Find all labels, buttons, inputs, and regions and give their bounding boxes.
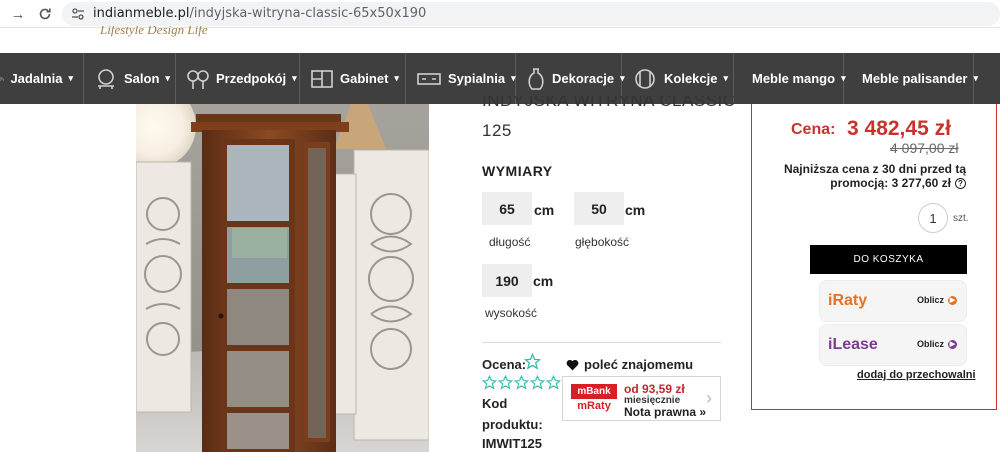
chevron-down-icon: ▾ [723,73,729,83]
url-domain: indianmeble.pl [93,6,190,21]
nav-item-label: Kolekcje [664,71,718,86]
depth-unit: cm [625,202,646,218]
chevron-down-icon: ▾ [511,73,516,83]
nav-item-label: Gabinet [340,71,389,86]
nav-item-label: Meble mango [752,71,836,86]
nav-item-meble-palisander[interactable]: Meble palisander ▾ [844,53,978,104]
mbank-amount: od 93,59 zł [624,382,685,396]
star-icon[interactable] [482,375,497,390]
add-to-cart-button[interactable]: DO KOSZYKA [810,245,967,274]
height-value: 190 [482,264,532,297]
chevron-down-icon: ▾ [394,73,399,83]
product-title-line-2: 125 [482,121,512,140]
nav-item-salon[interactable]: Salon ▾ [84,53,176,104]
logo-tagline[interactable]: Lifestyle Design Life [100,26,208,38]
lowest-price-info-text: promocją: 3 277,60 zł [830,176,951,190]
quantity-unit: szt. [953,213,969,224]
star-icon[interactable] [546,375,561,390]
chevron-down-icon: ▾ [292,73,297,83]
lowest-price-info-line-1: Najniższa cena z 30 dni przed tą [783,162,966,176]
height-unit: cm [533,273,554,289]
ilease-button[interactable]: iLease Oblicz ▶ [819,324,967,366]
product-image[interactable] [136,104,429,452]
chevron-down-icon: ▾ [973,73,979,83]
star-icon[interactable] [514,375,529,390]
nav-item-meble-mango[interactable]: Meble mango ▾ [734,53,846,104]
height-label: wysokość [485,306,538,320]
nav-item-label: Dekoracje [552,71,615,86]
depth-label: głębokość [575,235,630,249]
chevron-down-icon: ▾ [165,73,170,83]
address-bar[interactable]: indianmeble.pl/indyjska-witryna-classic-… [62,2,1000,26]
arrow-right-icon: ▶ [948,295,957,305]
length-label: długość [489,235,531,249]
lowest-price-info-line-2: promocją: 3 277,60 zł ? [762,176,966,190]
help-icon[interactable]: ? [955,177,966,189]
depth-value: 50 [574,192,624,225]
mbank-logo-bottom: mRaty [577,400,611,412]
reload-icon[interactable] [35,4,55,24]
product-title-line-1: INDYJSKA WITRYNA CLASSIC [482,96,736,110]
cabinet-icon [310,66,334,92]
dimensions-heading: WYMIARY [482,163,553,179]
ilease-logo: iLease [828,336,878,353]
chair-icon [0,66,4,92]
nav-item-jadalnia[interactable]: Jadalnia ▾ [0,53,84,104]
arrow-right-icon: ▶ [948,339,957,349]
forward-icon[interactable]: → [8,4,28,24]
product-code-label: Kod produktu: [482,396,543,432]
nav-item-label: Przedpokój [216,71,287,86]
product-code-value: IMWIT125 [482,436,542,451]
price-label: Cena: [791,121,836,138]
length-unit: cm [534,202,555,218]
ilease-calc: Oblicz ▶ [917,339,957,349]
url-text[interactable]: indianmeble.pl/indyjska-witryna-classic-… [93,6,426,21]
heart-icon [566,359,579,370]
iraty-calc-label: Oblicz [916,295,944,305]
price-value: 3 482,45 zł [847,117,951,140]
mirror-icon [186,66,210,92]
nav-item-label: Meble palisander [862,71,968,86]
star-icon[interactable] [498,375,513,390]
mbank-legal-note-link[interactable]: Nota prawna » [624,405,706,419]
nav-item-label: Jadalnia [10,71,63,86]
ilease-calc-label: Oblicz [916,339,944,349]
divider [482,342,721,343]
nav-item-label: Sypialnia [448,71,506,86]
recommend-link[interactable]: poleć znajomemu [566,357,693,372]
recommend-label: poleć znajomemu [584,357,694,372]
mbank-installments-widget[interactable]: mBank mRaty od 93,59 zł miesięcznie Nota… [562,376,721,421]
url-path: /indyjska-witryna-classic-65x50x190 [189,6,427,21]
mbank-logo: mBank mRaty [571,384,617,414]
vase-icon [526,66,546,92]
browser-toolbar: → indianmeble.pl/indyjska-witryna-classi… [0,0,1000,28]
nav-item-label: Salon [124,71,160,86]
rating-star-icon[interactable] [524,353,541,370]
bed-icon [416,66,442,92]
chevron-right-icon: › [706,388,712,408]
chevron-down-icon: ▾ [68,73,73,83]
old-price: 4 097,00 zł [890,140,959,156]
iraty-button[interactable]: iRaty Oblicz ▶ [819,280,967,322]
quantity-input[interactable]: 1 [918,203,948,233]
collection-icon [632,66,658,92]
rating-label: Ocena: [482,357,527,372]
length-value: 65 [482,192,532,225]
site-settings-icon[interactable] [70,6,86,22]
star-icon[interactable] [530,375,545,390]
add-to-storage-link[interactable]: dodaj do przechowalni [857,369,976,381]
mbank-logo-top: mBank [571,384,617,399]
iraty-calc: Oblicz ▶ [917,295,957,305]
iraty-logo: iRaty [828,292,868,309]
nav-item-gabinet[interactable]: Gabinet ▾ [300,53,406,104]
armchair-icon [94,66,118,92]
nav-item-przedpokój[interactable]: Przedpokój ▾ [176,53,300,104]
